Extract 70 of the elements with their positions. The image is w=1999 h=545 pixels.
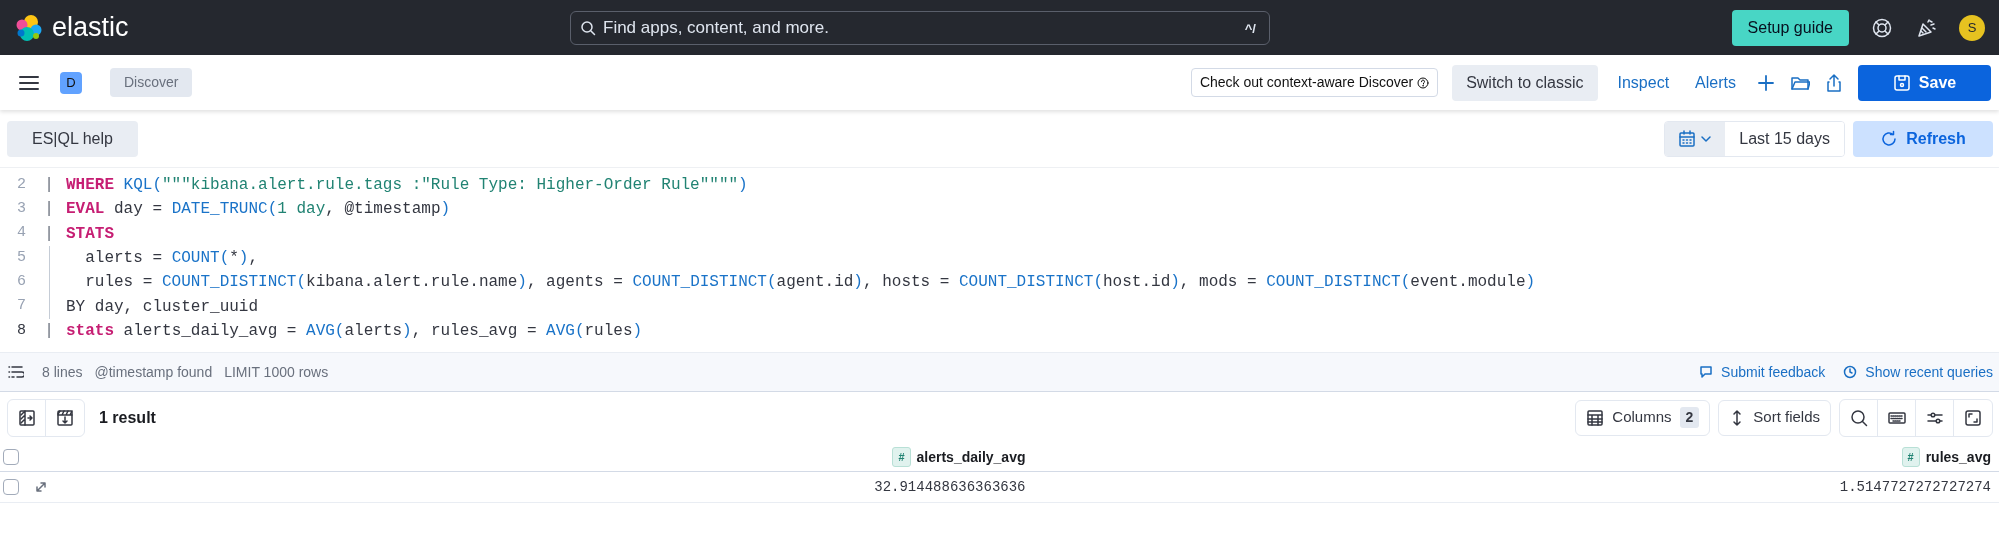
select-all-checkbox[interactable] [3,449,19,465]
code-line: stats alerts_daily_avg = AVG(alerts), rules_avg = AVG(rules) [66,320,643,342]
result-count: 1 result [99,407,156,428]
refresh-icon [1880,129,1899,148]
line-number: 6 [16,272,27,293]
save-icon [1892,73,1911,92]
code-line: BY day, cluster_uuid [66,296,259,318]
code-line: WHERE KQL("""kibana.alert.rule.tags :"Rule Type: Higher-Order Rule"""") [66,175,748,197]
line-number: 7 [16,296,27,317]
expand-icon[interactable] [34,480,48,494]
status-text: @timestamp found [94,362,213,382]
help-icon [1417,76,1430,89]
column-count: 2 [1679,407,1700,428]
pipe-symbol: | [44,199,54,221]
date-quick-menu-button[interactable] [1665,121,1726,156]
search-icon[interactable] [1849,408,1868,427]
setup-guide-button[interactable]: Setup guide [1731,9,1849,46]
download-icon[interactable] [56,408,74,427]
fullscreen-icon[interactable] [1964,408,1982,427]
cluster-logo-icon[interactable] [14,12,44,43]
field-type-badge: # [1901,446,1920,468]
share-icon[interactable] [1824,72,1844,93]
table-cell-text: 1.5147727272727274 [1838,477,1991,497]
switch-to-classic-button[interactable]: Switch to classic [1452,64,1598,101]
pipe-symbol: | [44,223,54,245]
calendar-icon [1678,129,1697,148]
callout-text: Check out context-aware Discover [1199,73,1414,92]
pipe-symbol: | [44,175,54,197]
refresh-button[interactable]: Refresh [1853,120,1993,157]
party-popper-icon[interactable] [1915,16,1937,39]
line-number: 4 [16,223,27,244]
header-link[interactable]: Alerts [1695,70,1736,95]
line-number: 2 [16,174,27,195]
sort-fields-button[interactable]: Sort fields [1718,399,1831,436]
feedback-link[interactable]: Submit feedback [1699,361,1826,383]
line-number: 3 [16,199,27,220]
esql-help-button[interactable]: ES|QL help [7,120,138,157]
callout-badge[interactable]: Check out context-aware Discover [1190,68,1439,97]
code-line: STATS [66,223,114,245]
table-cell-text: 32.914488636363636 [873,477,1026,497]
pipe-symbol: | [44,320,54,342]
code-line: rules = COUNT_DISTINCT(kibana.alert.rule.name), agents = COUNT_DISTINCT(agent.id), hosts = COUNT_DISTINCT(host.id), mods = COUNT_DISTINCT(event.module) [84,272,1536,294]
column-header[interactable]: alerts_daily_avg [916,446,1026,468]
save-button[interactable]: Save [1858,64,1991,101]
table-icon [1586,408,1605,427]
shortcut-hint: ^/ [1244,19,1256,38]
wrap-lines-icon[interactable] [8,365,24,379]
sidebar-toggle-icon[interactable] [17,408,36,427]
logo-text: elastic [52,11,129,45]
status-text: 8 lines [42,362,83,382]
plus-icon[interactable] [1756,72,1776,93]
line-number: 8 [16,320,27,341]
user-avatar[interactable]: S [1959,14,1985,41]
breadcrumb[interactable]: Discover [110,68,193,97]
column-header[interactable]: rules_avg [1925,446,1991,468]
line-number: 5 [16,247,27,268]
space-avatar[interactable]: D [60,71,82,94]
columns-button[interactable]: Columns 2 [1575,399,1711,436]
code-line: EVAL day = DATE_TRUNC(1 day, @timestamp) [66,199,451,221]
recent-queries-link[interactable]: Show recent queries [1843,361,1993,383]
code-line: alerts = COUNT(*), [84,248,259,270]
field-type-badge: # [892,446,911,468]
speech-bubble-icon [1699,365,1714,379]
search-icon [580,19,596,36]
clock-icon [1843,365,1858,379]
status-text: LIMIT 1000 rows [224,362,329,382]
help-icon[interactable] [1871,16,1893,39]
header-link[interactable]: Inspect [1617,70,1670,95]
row-checkbox[interactable] [3,479,19,495]
menu-icon[interactable] [18,73,40,92]
